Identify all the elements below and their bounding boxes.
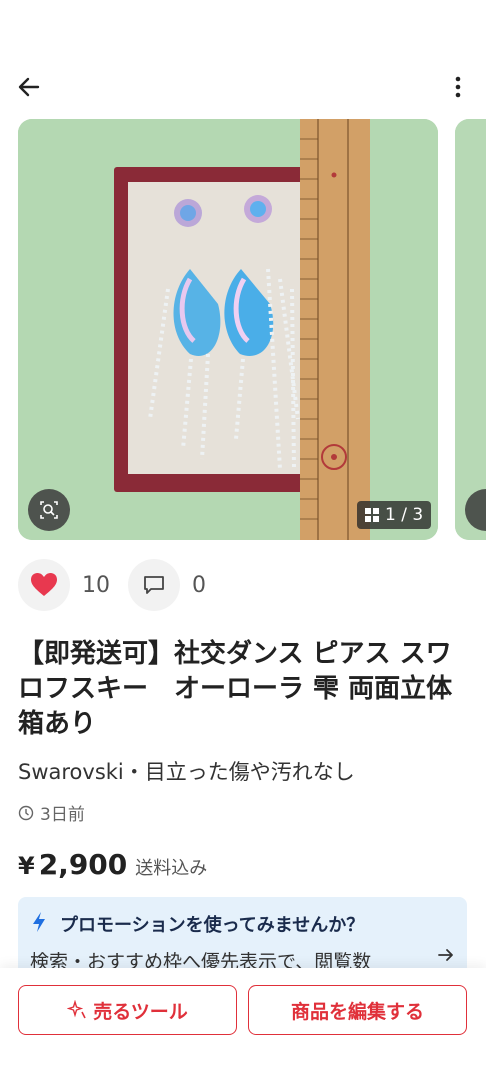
chevron-right-icon[interactable]: [436, 945, 456, 965]
sell-tools-button[interactable]: 売るツール: [18, 985, 237, 1035]
comment-button[interactable]: [128, 559, 180, 611]
heart-icon: [31, 573, 57, 596]
posted-time: 3日前: [18, 800, 85, 825]
comment-icon: [144, 576, 164, 594]
gallery-grid-icon: [365, 508, 379, 522]
page-indicator-text: 1 / 3: [385, 505, 424, 525]
edit-item-label: 商品を編集する: [290, 1000, 424, 1023]
lens-search-icon[interactable]: [28, 489, 70, 531]
edit-item-button[interactable]: 商品を編集する: [248, 985, 467, 1035]
price-value: 2,900: [38, 848, 128, 881]
more-vert-icon[interactable]: [446, 74, 470, 100]
top-bar: [0, 60, 486, 114]
like-count: 10: [82, 572, 110, 598]
product-brand-condition: Swarovski・目立った傷や汚れなし: [18, 760, 355, 784]
clock-icon: [18, 805, 34, 820]
comment-count: 0: [192, 572, 206, 598]
like-button[interactable]: [18, 559, 70, 611]
shipping-label: 送料込み: [135, 858, 208, 879]
promotion-title: プロモーションを使ってみませんか？: [60, 915, 365, 936]
bottom-action-bar: 売るツール 商品を編集する: [0, 968, 486, 1080]
photo-carousel[interactable]: 1 / 3: [18, 119, 486, 540]
sell-tools-label: 売るツール: [93, 1000, 188, 1023]
back-arrow-icon[interactable]: [16, 74, 42, 100]
bolt-icon: [33, 912, 45, 932]
price-currency: ¥: [18, 852, 35, 880]
sparkle-icon: [67, 1000, 86, 1019]
price-row: ¥ 2,900 送料込み: [18, 848, 207, 881]
engagement-row: 10 0: [18, 559, 206, 611]
posted-time-text: 3日前: [40, 805, 85, 825]
page-indicator: 1 / 3: [357, 501, 432, 529]
next-product-photo[interactable]: [455, 119, 486, 540]
product-title: 【即発送可】社交ダンス ピアス スワロフスキー オーローラ 雫 両面立体 箱あり: [18, 639, 453, 739]
product-photo[interactable]: 1 / 3: [18, 119, 438, 540]
